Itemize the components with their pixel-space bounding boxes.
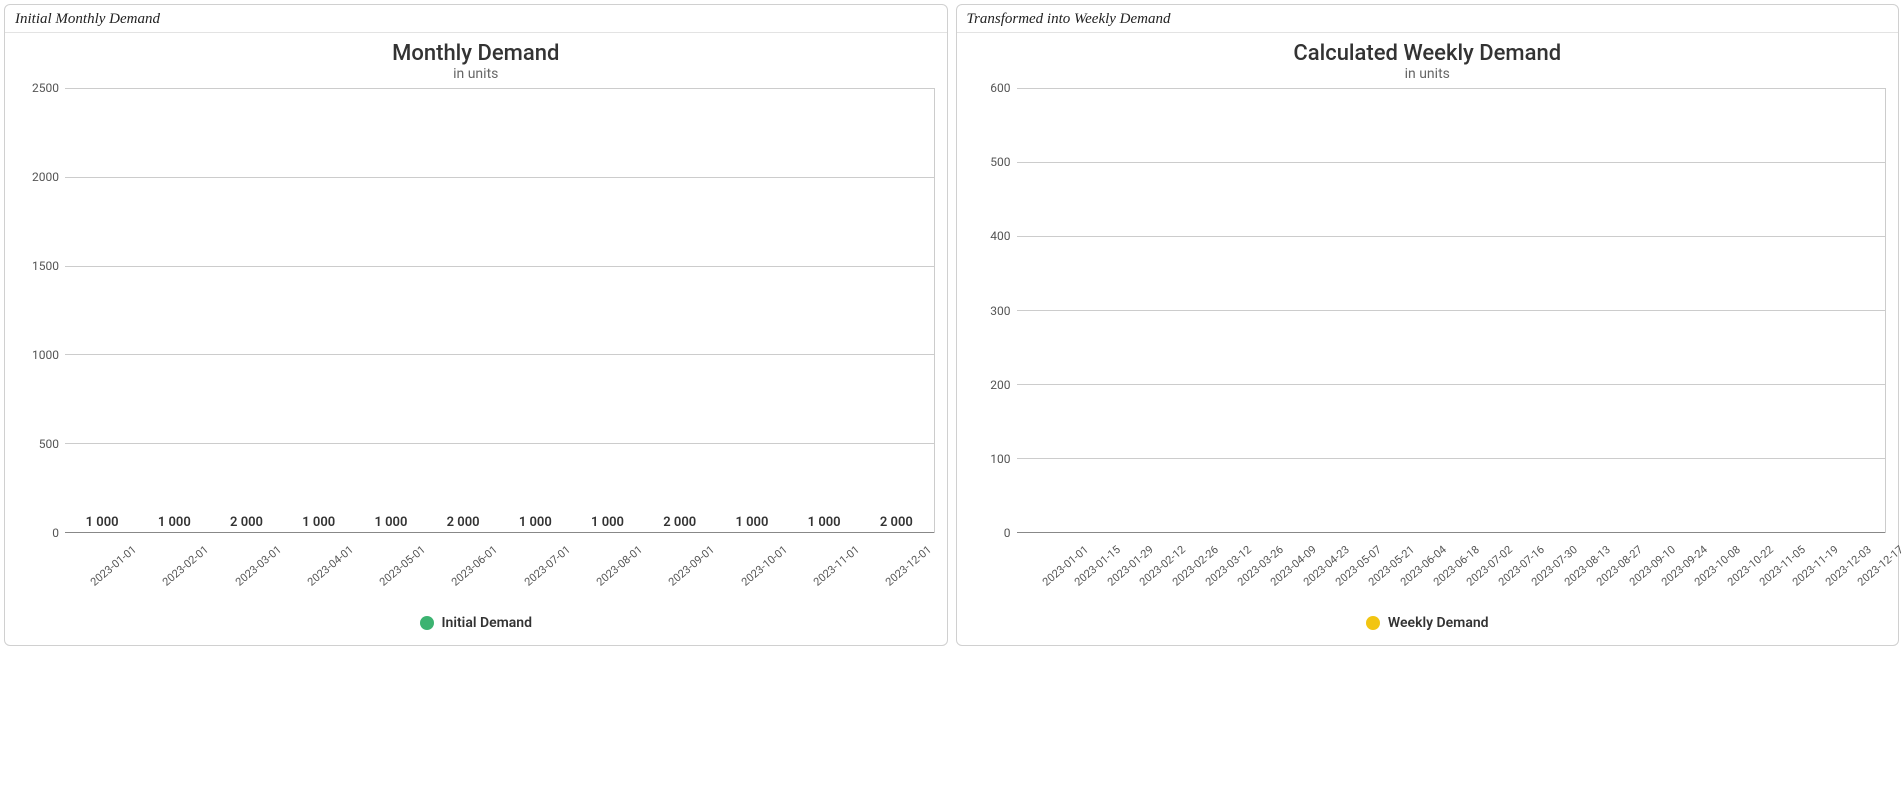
bar-slot: 2 000 bbox=[871, 515, 921, 533]
gridline bbox=[1017, 310, 1886, 311]
ytick: 1000 bbox=[32, 348, 59, 362]
ytick: 2500 bbox=[32, 81, 59, 95]
chart-monthly: Monthly Demand in units 0 500 1000 1500 2000… bbox=[5, 33, 947, 645]
legend-swatch-icon bbox=[1366, 616, 1380, 630]
bar-slot: 1 000 bbox=[294, 515, 344, 533]
bar-value-label: 2 000 bbox=[880, 515, 913, 530]
legend-weekly-label: Weekly Demand bbox=[1388, 615, 1489, 631]
bar-slot: 1 000 bbox=[727, 515, 777, 533]
ytick: 0 bbox=[1004, 526, 1011, 540]
bar-slot: 2 000 bbox=[438, 515, 488, 533]
bar-value-label: 1 000 bbox=[519, 515, 552, 530]
page: Initial Monthly Demand Monthly Demand in… bbox=[0, 0, 1903, 650]
chart-weekly-subtitle: in units bbox=[969, 66, 1887, 82]
ytick: 200 bbox=[990, 378, 1010, 392]
gridline bbox=[65, 443, 934, 444]
bar-slot: 1 000 bbox=[510, 515, 560, 533]
bar-value-label: 1 000 bbox=[302, 515, 335, 530]
gridline bbox=[65, 177, 934, 178]
legend-weekly[interactable]: Weekly Demand bbox=[969, 609, 1887, 641]
bar-slot: 1 000 bbox=[77, 515, 127, 533]
xtick: 2023-06-01 bbox=[438, 537, 488, 609]
xtick: 2023-04-01 bbox=[294, 537, 344, 609]
card-monthly: Initial Monthly Demand Monthly Demand in… bbox=[4, 4, 948, 646]
chart-monthly-title: Monthly Demand bbox=[17, 41, 935, 66]
xtick: 2023-11-01 bbox=[800, 537, 850, 609]
ytick: 500 bbox=[990, 155, 1010, 169]
plotarea-weekly[interactable] bbox=[1017, 88, 1887, 533]
xaxis-weekly: 2023-01-012023-01-082023-01-152023-01-22… bbox=[1017, 533, 1887, 609]
card-weekly: Transformed into Weekly Demand Calculate… bbox=[956, 4, 1900, 646]
bar-slot: 1 000 bbox=[582, 515, 632, 533]
bar-slot: 2 000 bbox=[221, 515, 271, 533]
xtick: 2023-03-01 bbox=[222, 537, 272, 609]
bar-slot: 1 000 bbox=[149, 515, 199, 533]
gridline bbox=[65, 88, 934, 89]
bar-value-label: 2 000 bbox=[447, 515, 480, 530]
bar-value-label: 1 000 bbox=[735, 515, 768, 530]
xaxis-monthly: 2023-01-01 2023-02-01 2023-03-01 2023-04-01… bbox=[65, 533, 935, 609]
bar-value-label: 1 000 bbox=[158, 515, 191, 530]
xtick: 2023-10-01 bbox=[728, 537, 778, 609]
chart-monthly-subtitle: in units bbox=[17, 66, 935, 82]
legend-monthly[interactable]: Initial Demand bbox=[17, 609, 935, 641]
gridline bbox=[1017, 458, 1886, 459]
plot-weekly: 0100200300400500600 bbox=[969, 88, 1887, 533]
bar-value-label: 1 000 bbox=[591, 515, 624, 530]
card-weekly-title: Transformed into Weekly Demand bbox=[957, 5, 1899, 33]
xtick: 2023-02-01 bbox=[149, 537, 199, 609]
card-monthly-title: Initial Monthly Demand bbox=[5, 5, 947, 33]
gridline bbox=[65, 354, 934, 355]
ytick: 600 bbox=[990, 81, 1010, 95]
xtick: 2023-05-01 bbox=[366, 537, 416, 609]
plotarea-monthly[interactable]: 1 000 1 000 2 000 1 000 1 000 2 000 1 000 1 000… bbox=[65, 88, 935, 533]
legend-monthly-label: Initial Demand bbox=[442, 615, 533, 631]
gridline bbox=[1017, 384, 1886, 385]
xtick: 2023-01-01 bbox=[1029, 537, 1042, 609]
bar-value-label: 1 000 bbox=[374, 515, 407, 530]
xtick: 2023-09-01 bbox=[655, 537, 705, 609]
legend-swatch-icon bbox=[420, 616, 434, 630]
xtick: 2023-12-01 bbox=[872, 537, 922, 609]
gridline bbox=[1017, 88, 1886, 89]
bar-value-label: 1 000 bbox=[86, 515, 119, 530]
ytick: 300 bbox=[990, 304, 1010, 318]
gridline bbox=[1017, 236, 1886, 237]
chart-weekly: Calculated Weekly Demand in units 0 100 20… bbox=[957, 33, 1899, 645]
ytick: 400 bbox=[990, 229, 1010, 243]
ytick: 0 bbox=[52, 526, 59, 540]
bar-value-label: 1 000 bbox=[808, 515, 841, 530]
ytick: 500 bbox=[39, 437, 59, 451]
bar-value-label: 2 000 bbox=[663, 515, 696, 530]
xtick: 2023-07-01 bbox=[511, 537, 561, 609]
plot-monthly: 05001000150020002500 1 0001 0002 0001 00… bbox=[17, 88, 935, 533]
xtick: 2023-01-01 bbox=[77, 537, 127, 609]
ytick: 1500 bbox=[32, 259, 59, 273]
bar-slot: 1 000 bbox=[366, 515, 416, 533]
xtick: 2023-08-01 bbox=[583, 537, 633, 609]
yaxis-monthly: 05001000150020002500 bbox=[17, 88, 65, 533]
chart-weekly-title: Calculated Weekly Demand bbox=[969, 41, 1887, 66]
bar-value-label: 2 000 bbox=[230, 515, 263, 530]
gridline bbox=[1017, 162, 1886, 163]
ytick: 100 bbox=[990, 452, 1010, 466]
bar-slot: 1 000 bbox=[799, 515, 849, 533]
yaxis-weekly: 0100200300400500600 bbox=[969, 88, 1017, 533]
ytick: 2000 bbox=[32, 170, 59, 184]
gridline bbox=[65, 266, 934, 267]
bar-slot: 2 000 bbox=[655, 515, 705, 533]
